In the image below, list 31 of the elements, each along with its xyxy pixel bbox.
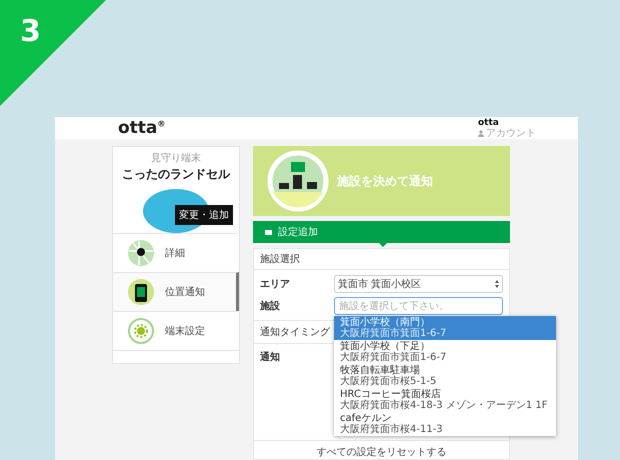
field-label: 通知タイミング — [260, 326, 331, 339]
mail-icon — [265, 230, 272, 234]
dropdown-option[interactable]: 箕面小学校（南門） 大阪府箕面市箕面1-6-7 — [334, 316, 556, 340]
device-name: こったのランドセル — [122, 166, 230, 183]
gear-icon — [127, 317, 155, 345]
map-icon — [127, 239, 155, 267]
dropdown-option[interactable]: cafeケルン 大阪府箕面市桜4-11-3 — [334, 412, 556, 436]
buildings-icon — [267, 150, 329, 212]
menu-label: 位置通知 — [165, 286, 205, 299]
change-button[interactable]: 変更・追加 — [175, 205, 233, 225]
menu-label: 端末設定 — [165, 324, 205, 338]
form-heading: 施設選択 — [260, 252, 301, 266]
banner-title: 施設を決めて通知 — [337, 172, 433, 190]
reset-link[interactable]: すべての設定をリセットする — [316, 445, 446, 459]
dropdown-option[interactable]: 箕面小学校（下足） 大阪府箕面市箕面1-6-7 — [334, 340, 556, 364]
person-icon — [478, 130, 484, 136]
user-name: otta — [478, 118, 499, 128]
dropdown-option[interactable]: 牧落自転車駐車場 大阪府箕面市桜5-1-5 — [334, 364, 556, 388]
menu-label: 詳細 — [165, 246, 185, 260]
logo[interactable]: otta$^{®}$ — [118, 118, 166, 138]
device-caption: 見守り端末 — [151, 152, 201, 165]
field-label: 施設 — [260, 300, 281, 313]
updown-icon — [495, 280, 499, 288]
facility-field[interactable]: 施設を選択して下さい。 — [334, 297, 503, 315]
field-label: エリア — [260, 278, 291, 291]
field-label: 通知 — [260, 350, 281, 364]
step-number: 3 — [20, 14, 41, 49]
section-title: 設定追加 — [278, 226, 318, 239]
area-select[interactable]: 箕面市 箕面小校区 — [334, 275, 503, 293]
phone-icon — [127, 278, 155, 306]
menu-item[interactable]: 位置通知 — [113, 272, 239, 311]
